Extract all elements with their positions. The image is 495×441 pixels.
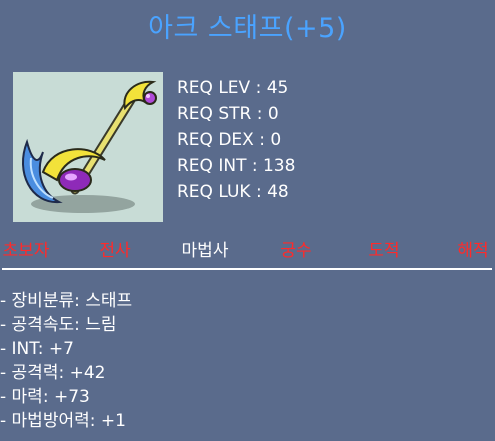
job-warrior: 전사 (99, 241, 131, 261)
job-beginner: 초보자 (2, 241, 50, 261)
job-thief: 도적 (368, 241, 400, 261)
item-title: 아크 스태프(+5) (148, 13, 347, 44)
stat-magic-attack: - 마력: +73 (0, 387, 90, 407)
job-bowman: 궁수 (280, 241, 312, 261)
section-divider (2, 268, 492, 270)
req-level: REQ LEV : 45 (177, 78, 289, 98)
stat-equip-type: - 장비분류: 스태프 (0, 291, 133, 311)
req-dex: REQ DEX : 0 (177, 130, 282, 150)
job-pirate: 해적 (457, 241, 489, 261)
stat-int: - INT: +7 (0, 339, 74, 359)
req-luk: REQ LUK : 48 (177, 182, 289, 202)
req-int: REQ INT : 138 (177, 156, 296, 176)
arc-staff-icon (22, 80, 157, 213)
stat-weapon-attack: - 공격력: +42 (0, 363, 106, 383)
item-stats-list: - 장비분류: 스태프 - 공격속도: 느림 - INT: +7 - 공격력: … (0, 289, 132, 433)
req-str: REQ STR : 0 (177, 104, 279, 124)
stat-magic-defense: - 마법방어력: +1 (0, 411, 126, 431)
job-magician: 마법사 (181, 241, 229, 261)
item-icon-frame (13, 72, 163, 222)
stat-attack-speed: - 공격속도: 느림 (0, 315, 117, 335)
job-class-list: 초보자 전사 마법사 궁수 도적 해적 (0, 236, 495, 266)
requirements-list: REQ LEV : 45 REQ STR : 0 REQ DEX : 0 REQ… (177, 75, 295, 205)
